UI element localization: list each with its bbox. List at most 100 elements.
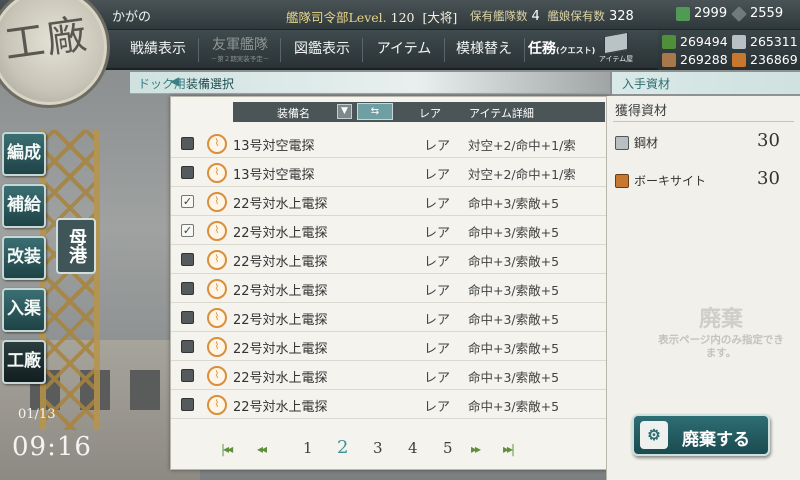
gear-icon: ⚙ <box>640 421 668 449</box>
dock-header: ドック用 ◀ 装備選択 <box>130 72 610 94</box>
dock-title: 装備選択 <box>186 77 235 91</box>
col-detail: アイテム詳細 <box>469 107 534 120</box>
hq-level-label: 艦隊司令部Level. <box>286 10 387 25</box>
radar-icon: ⌇ <box>207 308 227 328</box>
menu-encyclopedia[interactable]: 図鑑表示 <box>286 30 358 70</box>
menu-friend-fleet: 友軍艦隊 －第２期実装予定－ <box>204 30 276 70</box>
equipment-row[interactable]: ⌇ 22号対水上電探 レア 命中+3/索敵+5 <box>171 274 611 303</box>
emblem-text: 工廠 <box>1 11 92 69</box>
select-checkbox[interactable] <box>181 282 194 295</box>
fleet-count-value: 4 <box>531 9 540 24</box>
acquired-materials-header: 入手資材 <box>612 72 800 94</box>
select-checkbox[interactable] <box>181 398 194 411</box>
ship-count: 保有艦隊数 4 艦娘保有数 328 <box>470 8 638 24</box>
page-number-current[interactable]: 2 <box>337 437 348 458</box>
nav-repair[interactable]: 入渠 <box>2 288 46 332</box>
radar-icon: ⌇ <box>207 192 227 212</box>
radar-icon: ⌇ <box>207 395 227 415</box>
page-number[interactable]: 1 <box>303 439 313 457</box>
nav-supply[interactable]: 補給 <box>2 184 46 228</box>
nav-organize[interactable]: 編成 <box>2 132 46 176</box>
page-number[interactable]: 3 <box>373 439 383 457</box>
time-display: 09:16 <box>12 432 92 462</box>
last-page-arrow-icon[interactable]: ▸▸| <box>503 442 515 456</box>
page-number[interactable]: 4 <box>408 439 418 457</box>
steel-icon <box>732 34 746 49</box>
sort-dropdown-icon[interactable]: ▼ <box>337 104 352 119</box>
bauxite-icon <box>615 173 629 188</box>
kanmusu-count-value: 328 <box>608 9 634 24</box>
rank-label: [大将] <box>422 10 458 25</box>
radar-icon: ⌇ <box>207 337 227 357</box>
acquired-steel: 鋼材 <box>615 134 658 151</box>
resources-panel: 269494 265311 269288 236869 <box>658 30 800 70</box>
nav-remodel[interactable]: 改装 <box>2 236 46 280</box>
dev-material-value: 2559 <box>750 6 784 21</box>
fuel-icon <box>662 34 676 49</box>
select-checkbox[interactable] <box>181 340 194 353</box>
equipment-row[interactable]: ⌇ 22号対水上電探 レア 命中+3/索敵+5 <box>171 303 611 332</box>
menu-record[interactable]: 戦績表示 <box>122 30 194 70</box>
equipment-panel: 装備名 ▼ ⇆ レア アイテム詳細 ⌇ 13号対空電探 レア 対空+2/命中+1… <box>170 96 611 470</box>
steel-counter: 265311 <box>732 34 798 49</box>
radar-icon: ⌇ <box>207 134 227 154</box>
equipment-row[interactable]: ⌇ 22号対水上電探 レア 命中+3/索敵+5 <box>171 332 611 361</box>
equipment-row[interactable]: ⌇ 22号対水上電探 レア 命中+3/索敵+5 <box>171 361 611 390</box>
bucket-value: 2999 <box>694 6 728 21</box>
menu-items[interactable]: アイテム <box>368 30 440 70</box>
acquired-bauxite: ボーキサイト <box>615 172 706 189</box>
menu-divider <box>362 38 363 62</box>
bucket-counter: 2999 <box>676 6 727 21</box>
equipment-row[interactable]: ⌇ 13号対空電探 レア 対空+2/命中+1/索 <box>171 129 611 158</box>
menu-divider <box>444 38 445 62</box>
next-page-arrow-icon[interactable]: ▸▸ <box>471 442 481 456</box>
menu-divider <box>280 38 281 62</box>
equipment-row[interactable]: ⌇ 22号対水上電探 レア 命中+3/索敵+5 <box>171 245 611 274</box>
equipment-row[interactable]: ⌇ 22号対水上電探 レア 命中+3/索敵+5 <box>171 390 611 419</box>
select-checkbox[interactable] <box>181 369 194 382</box>
menu-furniture[interactable]: 模様替え <box>448 30 520 70</box>
bauxite-counter: 236869 <box>732 52 798 67</box>
scrap-button[interactable]: ⚙ 廃棄する <box>632 414 770 456</box>
select-checkbox-checked[interactable]: ✓ <box>181 195 194 208</box>
equipment-row[interactable]: ⌇ 13号対空電探 レア 対空+2/命中+1/索 <box>171 158 611 187</box>
left-navigation: 編成 補給 改装 入渠 工廠 <box>0 120 50 390</box>
pagination: |◂◂ ◂◂ 1 2 3 4 5 ▸▸ ▸▸| <box>221 437 531 461</box>
page-number[interactable]: 5 <box>443 439 453 457</box>
nav-arsenal[interactable]: 工廠 <box>2 340 46 384</box>
kanmusu-count-label: 艦娘保有数 <box>547 9 605 23</box>
dev-material-counter: 2559 <box>731 5 784 22</box>
select-checkbox[interactable] <box>181 253 194 266</box>
ammo-counter: 269288 <box>662 52 728 67</box>
item-shop-button[interactable]: アイテム屋 <box>596 31 636 68</box>
dev-material-icon <box>731 5 747 22</box>
sort-type-icon[interactable]: ⇆ <box>357 103 393 120</box>
home-port-button[interactable]: 母港 <box>56 218 96 274</box>
divider <box>613 121 794 122</box>
hq-level-value: 120 <box>390 10 415 25</box>
hq-level: 艦隊司令部Level. 120 [大将] <box>286 7 457 26</box>
equipment-row[interactable]: ✓ ⌇ 22号対水上電探 レア 命中+3/索敵+5 <box>171 187 611 216</box>
radar-icon: ⌇ <box>207 221 227 241</box>
menu-quest[interactable]: 任務(クエスト) <box>528 30 595 70</box>
ammo-icon <box>662 52 676 67</box>
equipment-column-header: 装備名 ▼ ⇆ レア アイテム詳細 <box>233 102 605 122</box>
col-rarity: レア <box>419 107 441 120</box>
top-status-bar: かがの 艦隊司令部Level. 120 [大将] 保有艦隊数 4 艦娘保有数 328 2… <box>0 0 800 30</box>
prev-page-arrow-icon[interactable]: ◂◂ <box>257 442 267 456</box>
fleet-count-label: 保有艦隊数 <box>470 9 528 23</box>
date-display: 01/13 <box>18 407 56 422</box>
menu-divider <box>198 38 199 62</box>
radar-icon: ⌇ <box>207 250 227 270</box>
radar-icon: ⌇ <box>207 163 227 183</box>
select-checkbox[interactable] <box>181 137 194 150</box>
bucket-icon <box>676 6 690 21</box>
dock-arrow-icon: ◀ <box>170 74 180 88</box>
steel-icon <box>615 135 629 150</box>
select-checkbox[interactable] <box>181 311 194 324</box>
equipment-row[interactable]: ✓ ⌇ 22号対水上電探 レア 命中+3/索敵+5 <box>171 216 611 245</box>
select-checkbox[interactable] <box>181 166 194 179</box>
first-page-arrow-icon[interactable]: |◂◂ <box>221 442 233 456</box>
select-checkbox-checked[interactable]: ✓ <box>181 224 194 237</box>
item-shop-icon <box>604 31 628 55</box>
